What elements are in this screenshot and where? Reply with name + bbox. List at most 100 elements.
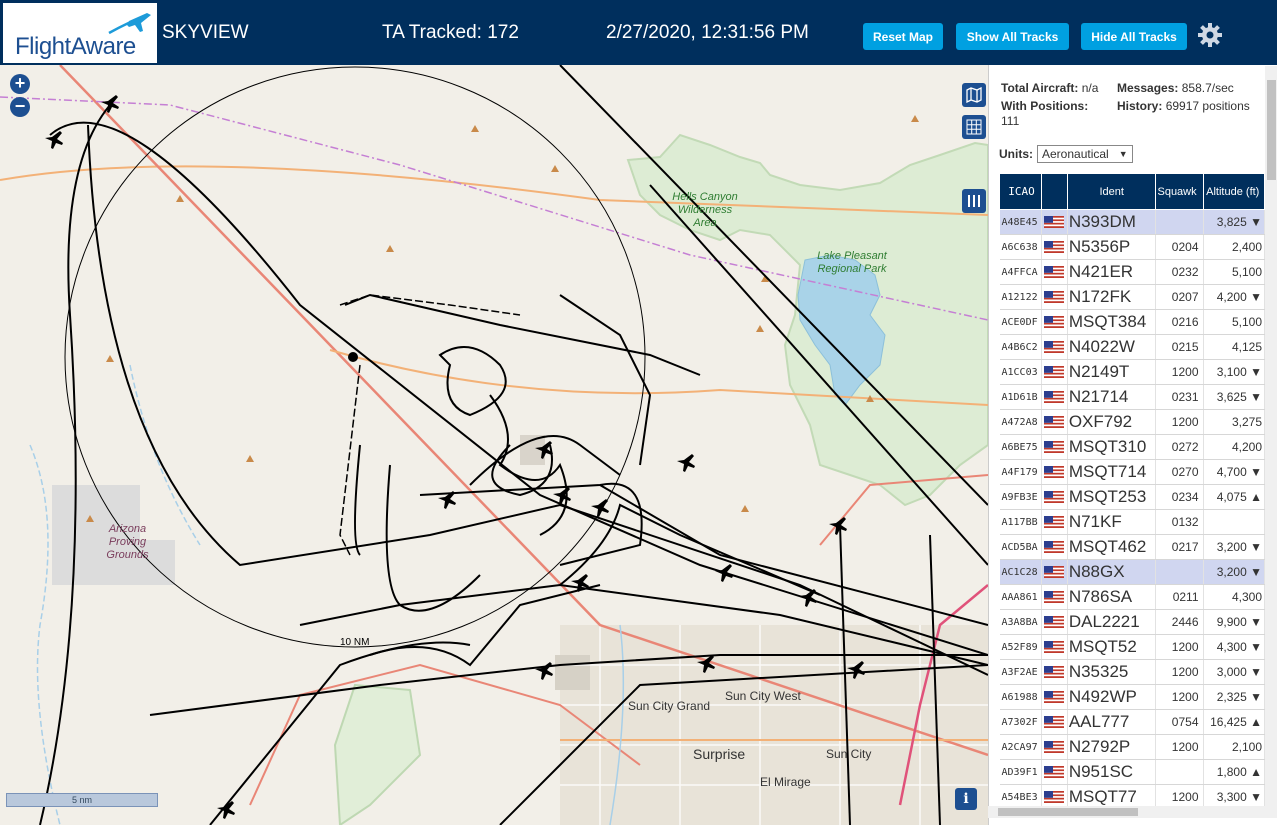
columns-toggle-button[interactable] <box>962 189 986 213</box>
cell-icao: A52F89 <box>999 634 1042 660</box>
cell-squawk: 0211 <box>1155 584 1204 610</box>
cell-icao: A4B6C2 <box>999 334 1042 360</box>
cell-ident: DAL2221 <box>1067 609 1156 635</box>
table-row[interactable]: AD39F1 N951SC 1,800 ▲ <box>999 759 1265 785</box>
table-row[interactable]: A61988 N492WP 1200 2,325 ▼ <box>999 684 1265 710</box>
cell-altitude <box>1203 509 1265 535</box>
cell-squawk: 0234 <box>1155 484 1204 510</box>
table-row[interactable]: ACE0DF MSQT384 0216 5,100 <box>999 309 1265 335</box>
zoom-in-button[interactable]: + <box>10 74 30 94</box>
cell-flag <box>1041 509 1068 535</box>
cell-flag <box>1041 484 1068 510</box>
cell-ident: N71KF <box>1067 509 1156 535</box>
town-surprise: Surprise <box>693 746 746 762</box>
show-all-tracks-button[interactable]: Show All Tracks <box>956 23 1069 50</box>
cell-icao: AD39F1 <box>999 759 1042 785</box>
table-row[interactable]: AC1C28 N88GX 3,200 ▼ <box>999 559 1265 585</box>
positions-value: 111 <box>1001 114 1020 128</box>
us-flag-icon <box>1043 465 1064 478</box>
table-row[interactable]: A3F2AE N35325 1200 3,000 ▼ <box>999 659 1265 685</box>
cell-altitude: 5,100 <box>1203 259 1265 285</box>
table-row[interactable]: A52F89 MSQT52 1200 4,300 ▼ <box>999 634 1265 660</box>
aircraft-table-body: A48E45 N393DM 3,825 ▼ A6C638 N5356P 0204 2,400… <box>999 209 1265 810</box>
table-row[interactable]: A472A8 OXF792 1200 3,275 <box>999 409 1265 435</box>
cell-squawk: 0215 <box>1155 334 1204 360</box>
gear-icon[interactable] <box>1197 22 1223 48</box>
cell-icao: A4F179 <box>999 459 1042 485</box>
table-row[interactable]: A12122 N172FK 0207 4,200 ▼ <box>999 284 1265 310</box>
units-value: Aeronautical <box>1042 147 1109 161</box>
cell-icao: A12122 <box>999 284 1042 310</box>
cell-squawk: 0217 <box>1155 534 1204 560</box>
us-flag-icon <box>1043 540 1064 553</box>
table-row[interactable]: A4FFCA N421ER 0232 5,100 <box>999 259 1265 285</box>
cell-squawk: 1200 <box>1155 734 1204 760</box>
table-row[interactable]: A1D61B N21714 0231 3,625 ▼ <box>999 384 1265 410</box>
cell-ident: N786SA <box>1067 584 1156 610</box>
cell-ident: MSQT714 <box>1067 459 1156 485</box>
cell-squawk <box>1155 559 1204 585</box>
cell-flag <box>1041 534 1068 560</box>
total-aircraft-label: Total Aircraft: <box>1001 81 1079 95</box>
cell-ident: MSQT462 <box>1067 534 1156 560</box>
cell-icao: A48E45 <box>999 209 1042 235</box>
us-flag-icon <box>1043 790 1064 803</box>
table-row[interactable]: A6BE75 MSQT310 0272 4,200 <box>999 434 1265 460</box>
table-row[interactable]: A48E45 N393DM 3,825 ▼ <box>999 209 1265 235</box>
table-row[interactable]: A4B6C2 N4022W 0215 4,125 <box>999 334 1265 360</box>
cell-altitude: 4,700 ▼ <box>1203 459 1265 485</box>
cell-ident: N35325 <box>1067 659 1156 685</box>
units-label: Units: <box>999 147 1033 161</box>
cell-flag <box>1041 734 1068 760</box>
cell-ident: MSQT253 <box>1067 484 1156 510</box>
cell-altitude: 4,300 ▼ <box>1203 634 1265 660</box>
map-layers-button[interactable] <box>962 83 986 107</box>
units-dropdown[interactable]: Aeronautical ▼ <box>1037 145 1133 163</box>
table-hscroll-thumb[interactable] <box>998 808 1138 816</box>
cell-squawk: 2446 <box>1155 609 1204 635</box>
cell-altitude: 2,325 ▼ <box>1203 684 1265 710</box>
grid-toggle-button[interactable] <box>962 115 986 139</box>
table-row[interactable]: AAA861 N786SA 0211 4,300 <box>999 584 1265 610</box>
cell-icao: A6BE75 <box>999 434 1042 460</box>
us-flag-icon <box>1043 265 1064 278</box>
hide-all-tracks-button[interactable]: Hide All Tracks <box>1081 23 1187 50</box>
table-row[interactable]: A2CA97 N2792P 1200 2,100 <box>999 734 1265 760</box>
history-label: History: <box>1117 99 1163 113</box>
cell-icao: A2CA97 <box>999 734 1042 760</box>
flightaware-logo[interactable]: FlightAware <box>3 3 157 63</box>
col-altitude[interactable]: Altitude (ft) <box>1202 173 1265 210</box>
table-row[interactable]: A9FB3E MSQT253 0234 4,075 ▲ <box>999 484 1265 510</box>
cell-altitude: 1,800 ▲ <box>1203 759 1265 785</box>
cell-ident: N21714 <box>1067 384 1156 410</box>
table-row[interactable]: A1CC03 N2149T 1200 3,100 ▼ <box>999 359 1265 385</box>
table-row[interactable]: A7302F AAL777 0754 16,425 ▲ <box>999 709 1265 735</box>
cell-squawk: 0272 <box>1155 434 1204 460</box>
col-squawk[interactable]: Squawk <box>1154 173 1204 210</box>
cell-altitude: 4,300 <box>1203 584 1265 610</box>
table-row[interactable]: A117BB N71KF 0132 <box>999 509 1265 535</box>
zoom-out-button[interactable]: − <box>10 97 30 117</box>
cell-icao: AAA861 <box>999 584 1042 610</box>
reset-map-button[interactable]: Reset Map <box>863 23 943 50</box>
cell-altitude: 3,100 ▼ <box>1203 359 1265 385</box>
cell-flag <box>1041 259 1068 285</box>
table-row[interactable]: A3A8BA DAL2221 2446 9,900 ▼ <box>999 609 1265 635</box>
table-row[interactable]: A6C638 N5356P 0204 2,400 <box>999 234 1265 260</box>
col-icao[interactable]: ICAO <box>999 173 1042 210</box>
cell-icao: A3F2AE <box>999 659 1042 685</box>
us-flag-icon <box>1043 490 1064 503</box>
table-row[interactable]: A4F179 MSQT714 0270 4,700 ▼ <box>999 459 1265 485</box>
col-ident[interactable]: Ident <box>1066 173 1156 210</box>
table-row[interactable]: ACD5BA MSQT462 0217 3,200 ▼ <box>999 534 1265 560</box>
map-canvas: 10 NM <box>0 65 988 825</box>
cell-icao: A6C638 <box>999 234 1042 260</box>
map-view[interactable]: 10 NM Hells Canyon Wilderness Area Lake … <box>0 65 988 825</box>
col-flag[interactable] <box>1040 173 1068 210</box>
info-button[interactable]: i <box>955 788 977 810</box>
cell-ident: N172FK <box>1067 284 1156 310</box>
sidebar-scroll-thumb[interactable] <box>1267 80 1276 180</box>
current-datetime: 2/27/2020, 12:31:56 PM <box>606 22 809 43</box>
cell-icao: A1CC03 <box>999 359 1042 385</box>
top-header: FlightAware SKYVIEW TA Tracked: 172 2/27… <box>0 0 1277 65</box>
